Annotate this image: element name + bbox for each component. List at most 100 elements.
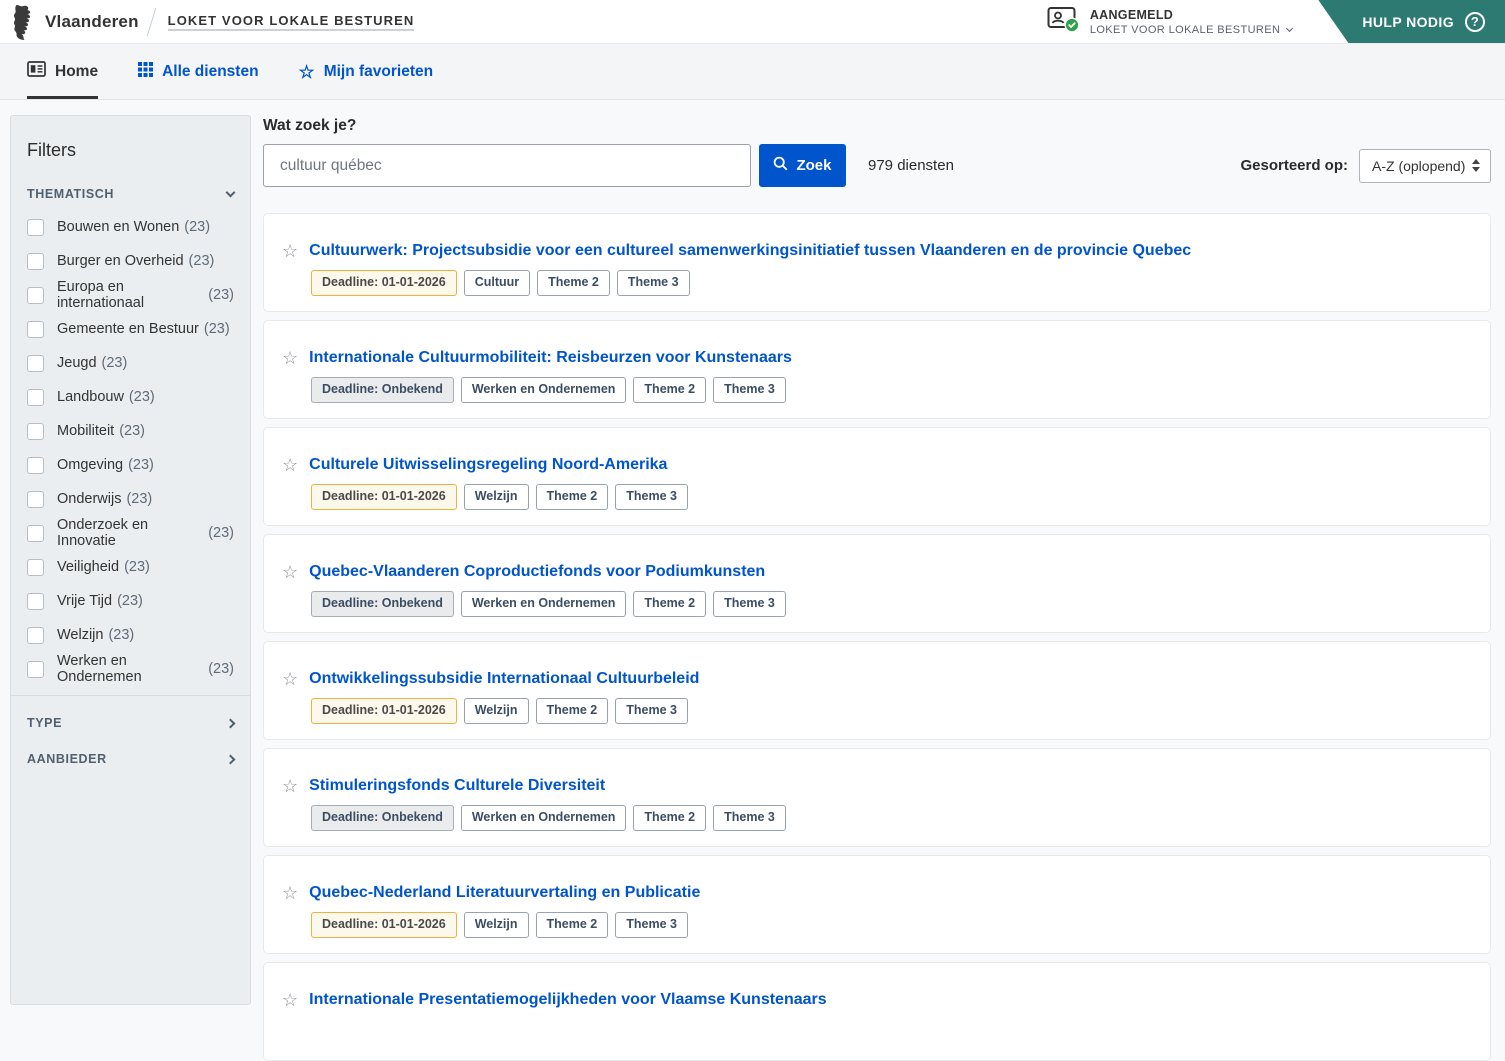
result-title-link[interactable]: Ontwikkelingssubsidie Internationaal Cul… [309,669,699,689]
section-type[interactable]: TYPE [27,716,234,730]
signed-in-account: LOKET VOOR LOKALE BESTUREN [1090,24,1281,36]
filter-count: (23) [124,559,150,575]
section-aanbieder[interactable]: AANBIEDER [27,752,234,766]
result-title-link[interactable]: Cultuurwerk: Projectsubsidie voor een cu… [309,241,1191,261]
filter-checkbox-item[interactable]: Burger en Overheid (23) [27,249,234,273]
checkbox[interactable] [27,219,44,236]
brand-area: Vlaanderen LOKET VOOR LOKALE BESTUREN [0,0,414,43]
result-card: ☆ Ontwikkelingssubsidie Internationaal C… [263,641,1491,740]
tag-badge: Werken en Ondernemen [461,377,627,403]
checkbox[interactable] [27,389,44,406]
result-title-link[interactable]: Quebec-Vlaanderen Coproductiefonds voor … [309,562,765,582]
result-card: ☆ Cultuurwerk: Projectsubsidie voor een … [263,213,1491,312]
filters-title: Filters [27,140,234,161]
favorite-star-icon[interactable]: ☆ [282,562,298,582]
help-button[interactable]: HULP NODIG ? [1318,0,1505,43]
home-news-icon [27,61,46,82]
tag-badge: Theme 3 [615,484,688,510]
tag-badge: Theme 2 [633,377,706,403]
filter-checkbox-item[interactable]: Bouwen en Wonen (23) [27,215,234,239]
filter-checkbox-item[interactable]: Werken en Ondernemen (23) [27,657,234,681]
signed-in-text: AANGEMELD LOKET VOOR LOKALE BESTUREN [1090,8,1293,36]
filter-label: Werken en Ondernemen [57,653,203,685]
deadline-badge: Deadline: Onbekend [311,805,454,831]
checkbox[interactable] [27,457,44,474]
filter-checkbox-item[interactable]: Vrije Tijd (23) [27,589,234,613]
filter-label: Welzijn [57,627,103,643]
filter-label: Burger en Overheid [57,253,184,269]
filter-checkbox-item[interactable]: Welzijn (23) [27,623,234,647]
sort-select[interactable]: A-Z (oplopend) [1359,149,1491,183]
tab-home[interactable]: Home [27,44,98,99]
checkbox[interactable] [27,253,44,270]
result-title-link[interactable]: Internationale Cultuurmobiliteit: Reisbe… [309,348,792,368]
sort-label: Gesorteerd op: [1240,157,1348,174]
tag-badge: Welzijn [464,698,529,724]
tab-mijn-favorieten[interactable]: ☆ Mijn favorieten [299,44,434,99]
search-label: Wat zoek je? [263,117,1491,135]
checkbox[interactable] [27,661,44,678]
chevron-down-icon [226,187,236,197]
result-card: ☆ Culturele Uitwisselingsregeling Noord-… [263,427,1491,526]
signed-in-status[interactable]: AANGEMELD LOKET VOOR LOKALE BESTUREN [1047,0,1293,43]
filter-label: Onderwijs [57,491,121,507]
tag-badge: Theme 3 [713,591,786,617]
tab-alle-diensten[interactable]: Alle diensten [138,44,258,99]
checkbox[interactable] [27,355,44,372]
result-badges: Deadline: 01-01-2026WelzijnTheme 2Theme … [311,912,1470,938]
result-title-link[interactable]: Culturele Uitwisselingsregeling Noord-Am… [309,455,667,475]
filter-checkbox-item[interactable]: Veiligheid (23) [27,555,234,579]
app-title-link[interactable]: LOKET VOOR LOKALE BESTUREN [168,13,415,31]
favorite-star-icon[interactable]: ☆ [282,776,298,796]
search-input[interactable] [263,144,751,187]
checkbox[interactable] [27,627,44,644]
filter-checkbox-item[interactable]: Landbouw (23) [27,385,234,409]
checkbox[interactable] [27,491,44,508]
favorite-star-icon[interactable]: ☆ [282,990,298,1010]
signed-in-label: AANGEMELD [1090,8,1293,22]
filter-checkbox-item[interactable]: Onderwijs (23) [27,487,234,511]
filter-count: (23) [128,457,154,473]
favorite-star-icon[interactable]: ☆ [282,455,298,475]
checkbox[interactable] [27,593,44,610]
primary-nav: Home Alle diensten ☆ Mijn favorieten [0,44,1505,100]
results-count: 979 diensten [868,157,954,174]
sort-select-value: A-Z (oplopend) [1372,158,1465,174]
search-button-label: Zoek [796,157,831,174]
favorite-star-icon[interactable]: ☆ [282,348,298,368]
tag-badge: Cultuur [464,270,530,296]
deadline-badge: Deadline: 01-01-2026 [311,270,457,296]
filter-checkbox-item[interactable]: Mobiliteit (23) [27,419,234,443]
checkbox[interactable] [27,559,44,576]
vlaanderen-lion-logo [8,3,35,41]
filter-checkbox-item[interactable]: Jeugd (23) [27,351,234,375]
search-icon [773,156,788,175]
filter-label: Bouwen en Wonen [57,219,179,235]
result-badges: Deadline: 01-01-2026CultuurTheme 2Theme … [311,270,1470,296]
favorite-star-icon[interactable]: ☆ [282,241,298,261]
filter-checkbox-item[interactable]: Europa en internationaal (23) [27,283,234,307]
favorite-star-icon[interactable]: ☆ [282,883,298,903]
section-thematisch[interactable]: THEMATISCH [27,187,234,201]
chevron-right-icon [226,754,236,764]
search-button[interactable]: Zoek [759,144,846,187]
top-header: Vlaanderen LOKET VOOR LOKALE BESTUREN AA… [0,0,1505,44]
checkbox[interactable] [27,321,44,338]
result-title-link[interactable]: Internationale Presentatiemogelijkheden … [309,990,827,1010]
favorite-star-icon[interactable]: ☆ [282,669,298,689]
filter-count: (23) [208,287,234,303]
result-title-link[interactable]: Quebec-Nederland Literatuurvertaling en … [309,883,700,903]
result-card: ☆ Internationale Presentatiemogelijkhede… [263,962,1491,1061]
checkbox[interactable] [27,423,44,440]
filter-label: Europa en internationaal [57,279,203,311]
checkbox[interactable] [27,287,44,304]
filter-label: Gemeente en Bestuur [57,321,199,337]
filter-checkbox-item[interactable]: Gemeente en Bestuur (23) [27,317,234,341]
deadline-badge: Deadline: 01-01-2026 [311,912,457,938]
checkbox[interactable] [27,525,44,542]
result-title-link[interactable]: Stimuleringsfonds Culturele Diversiteit [309,776,605,796]
filter-checkbox-item[interactable]: Omgeving (23) [27,453,234,477]
tag-badge: Theme 3 [615,912,688,938]
tab-mijn-favorieten-label: Mijn favorieten [324,63,433,81]
filter-checkbox-item[interactable]: Onderzoek en Innovatie (23) [27,521,234,545]
